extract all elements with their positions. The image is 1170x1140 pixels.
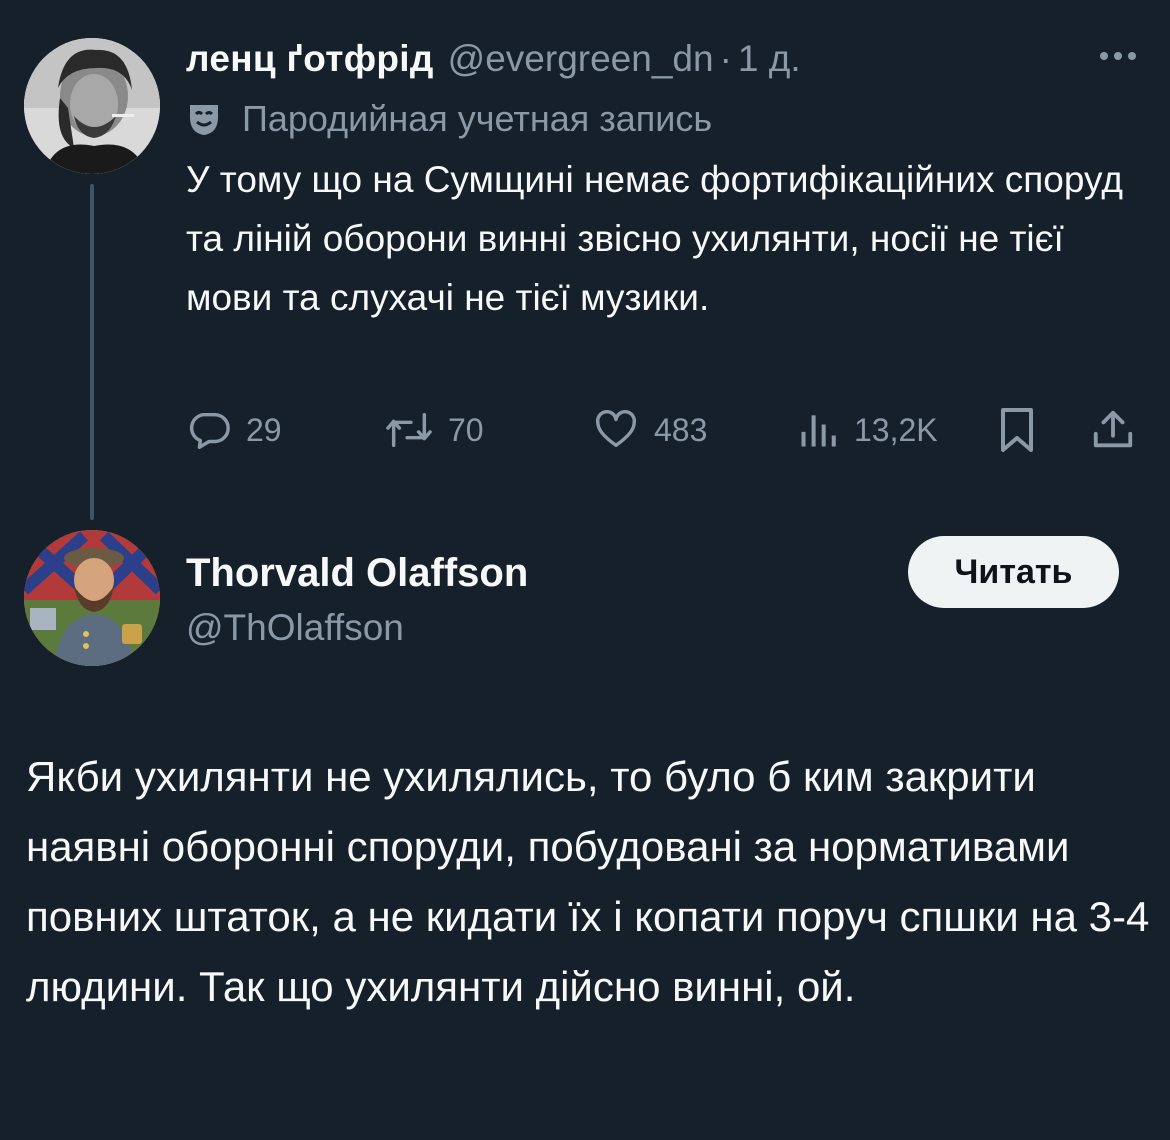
repost-button[interactable]: 70 [384, 400, 484, 460]
separator-dot: · [719, 38, 732, 79]
reply-button[interactable]: 29 [186, 400, 282, 460]
views-count: 13,2K [854, 411, 938, 448]
tweet1-display-name[interactable]: ленц ґотфрід [186, 38, 434, 80]
bookmark-icon[interactable] [996, 400, 1052, 460]
theater-mask-icon [190, 105, 218, 135]
follow-button[interactable]: Читать [908, 536, 1119, 608]
repost-count: 70 [448, 411, 484, 448]
avatar[interactable] [24, 38, 160, 174]
tweet1-actions: 29 70 483 13,2K [186, 400, 1136, 460]
tweet1-handle[interactable]: @evergreen_dn [448, 38, 714, 80]
views-button[interactable]: 13,2K [796, 400, 938, 460]
tweet1-header: ленц ґотфрід @evergreen_dn · 1 д. [186, 38, 801, 90]
tweet1-text: У тому що на Сумщині немає фортифікаційн… [186, 159, 1123, 318]
parody-label-text: Пародийная учетная запись [242, 98, 713, 139]
tweet2-handle[interactable]: @ThOlaffson [186, 603, 528, 653]
bar-chart-icon [801, 415, 836, 447]
like-count: 483 [654, 411, 708, 448]
reply-bubble-icon [189, 412, 230, 449]
avatar[interactable] [24, 530, 160, 666]
like-button[interactable]: 483 [592, 400, 707, 460]
tweet2-display-name[interactable]: Thorvald Olaffson [186, 548, 528, 598]
more-dots-icon[interactable] [1092, 38, 1144, 78]
heart-icon [596, 410, 636, 448]
tweet2-text: Якби ухилянти не ухилялись, то було б ки… [26, 753, 1150, 1010]
share-icon[interactable] [1090, 400, 1150, 460]
tweet2-header: Thorvald Olaffson @ThOlaffson [186, 548, 528, 653]
thread-connector-line [90, 184, 94, 520]
tweet1-timestamp[interactable]: 1 д. [738, 38, 801, 80]
repost-arrows-icon [386, 412, 432, 448]
parody-account-label: Пародийная учетная запись [186, 96, 712, 142]
reply-count: 29 [246, 411, 282, 448]
